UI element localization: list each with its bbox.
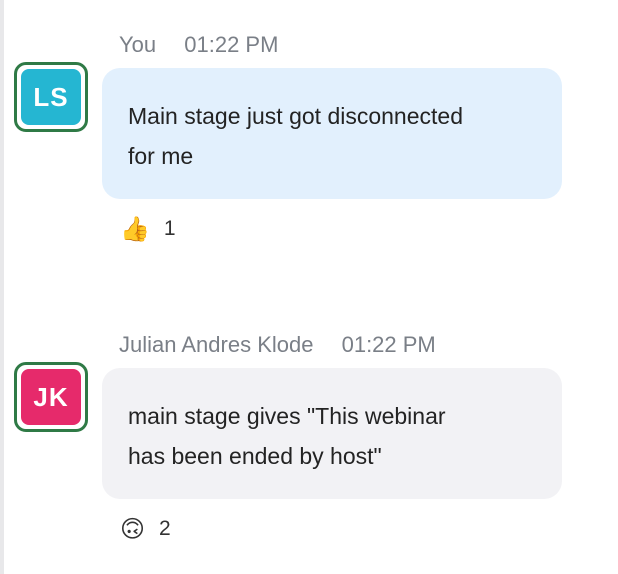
upside-down-face-icon: 🙃 <box>120 515 146 543</box>
reaction-chip[interactable]: 🙃 2 <box>120 514 171 544</box>
avatar[interactable]: LS <box>21 69 81 125</box>
avatar-status-ring[interactable]: JK <box>14 362 88 432</box>
message-timestamp: 01:22 PM <box>341 332 436 357</box>
sender-name[interactable]: Julian Andres Klode <box>119 332 313 357</box>
sender-name[interactable]: You <box>119 32 156 57</box>
message-header: You 01:22 PM <box>119 32 278 58</box>
reaction-count: 2 <box>159 517 171 540</box>
reaction-count: 1 <box>163 217 176 240</box>
message-text-line: Main stage just got disconnected <box>128 103 463 129</box>
avatar-status-ring[interactable]: LS <box>14 62 88 132</box>
thumbs-up-icon: 👍 <box>120 215 150 243</box>
message-bubble[interactable]: Main stage just got disconnected for me <box>102 68 562 199</box>
chat-panel-divider <box>0 0 4 574</box>
message-header: Julian Andres Klode 01:22 PM <box>119 332 436 358</box>
reaction-chip[interactable]: 👍 1 <box>120 214 176 244</box>
message-bubble[interactable]: main stage gives "This webinar has been … <box>102 368 562 499</box>
message-text-line: has been ended by host" <box>128 443 382 469</box>
message-text-line: for me <box>128 143 194 169</box>
message-text-line: main stage gives "This webinar <box>128 403 446 429</box>
avatar[interactable]: JK <box>21 369 81 425</box>
message-timestamp: 01:22 PM <box>184 32 279 57</box>
